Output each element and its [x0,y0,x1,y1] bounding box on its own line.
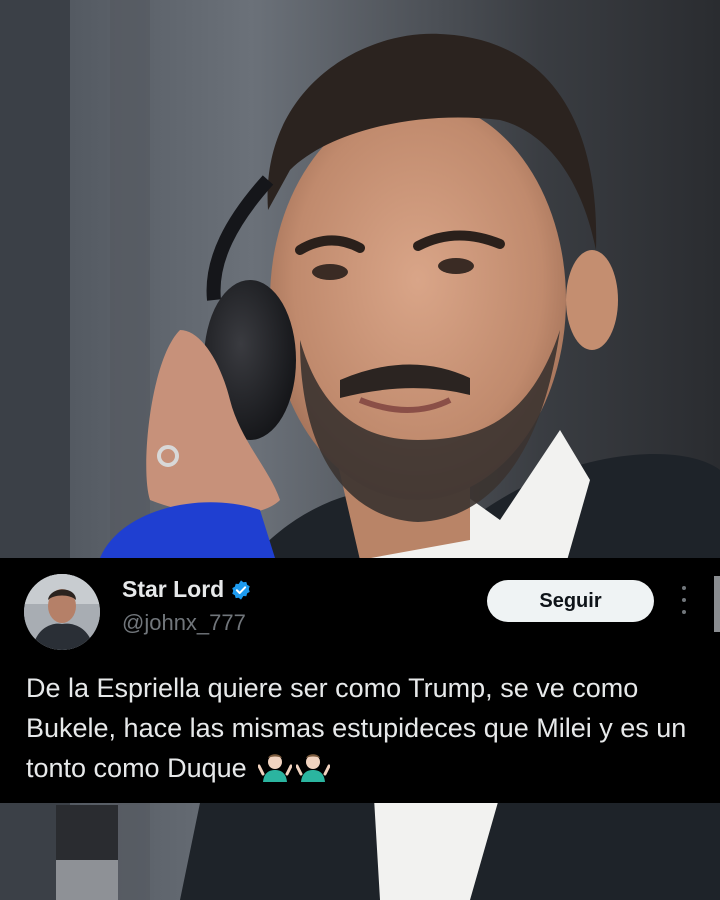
person-shrugging-emoji [258,754,293,782]
dot [682,610,686,614]
dot [682,598,686,602]
tweet-text: De la Espriella quiere ser como Trump, s… [26,673,687,783]
verified-badge-icon [232,579,250,600]
follow-button[interactable]: Seguir [487,580,654,622]
dot [682,586,686,590]
more-options-icon[interactable] [674,582,694,618]
avatar-image [24,574,100,650]
display-name[interactable]: Star Lord [122,576,224,603]
avatar[interactable] [24,574,100,650]
person-shrugging-emoji [296,754,331,782]
tweet-card: Star Lord @johnx_777 Seguir De la Esprie… [0,558,720,803]
author-name-row: Star Lord [122,576,252,603]
user-handle[interactable]: @johnx_777 [122,610,246,636]
scrollbar[interactable] [714,576,720,632]
tweet-text-container: De la Espriella quiere ser como Trump, s… [26,668,706,788]
